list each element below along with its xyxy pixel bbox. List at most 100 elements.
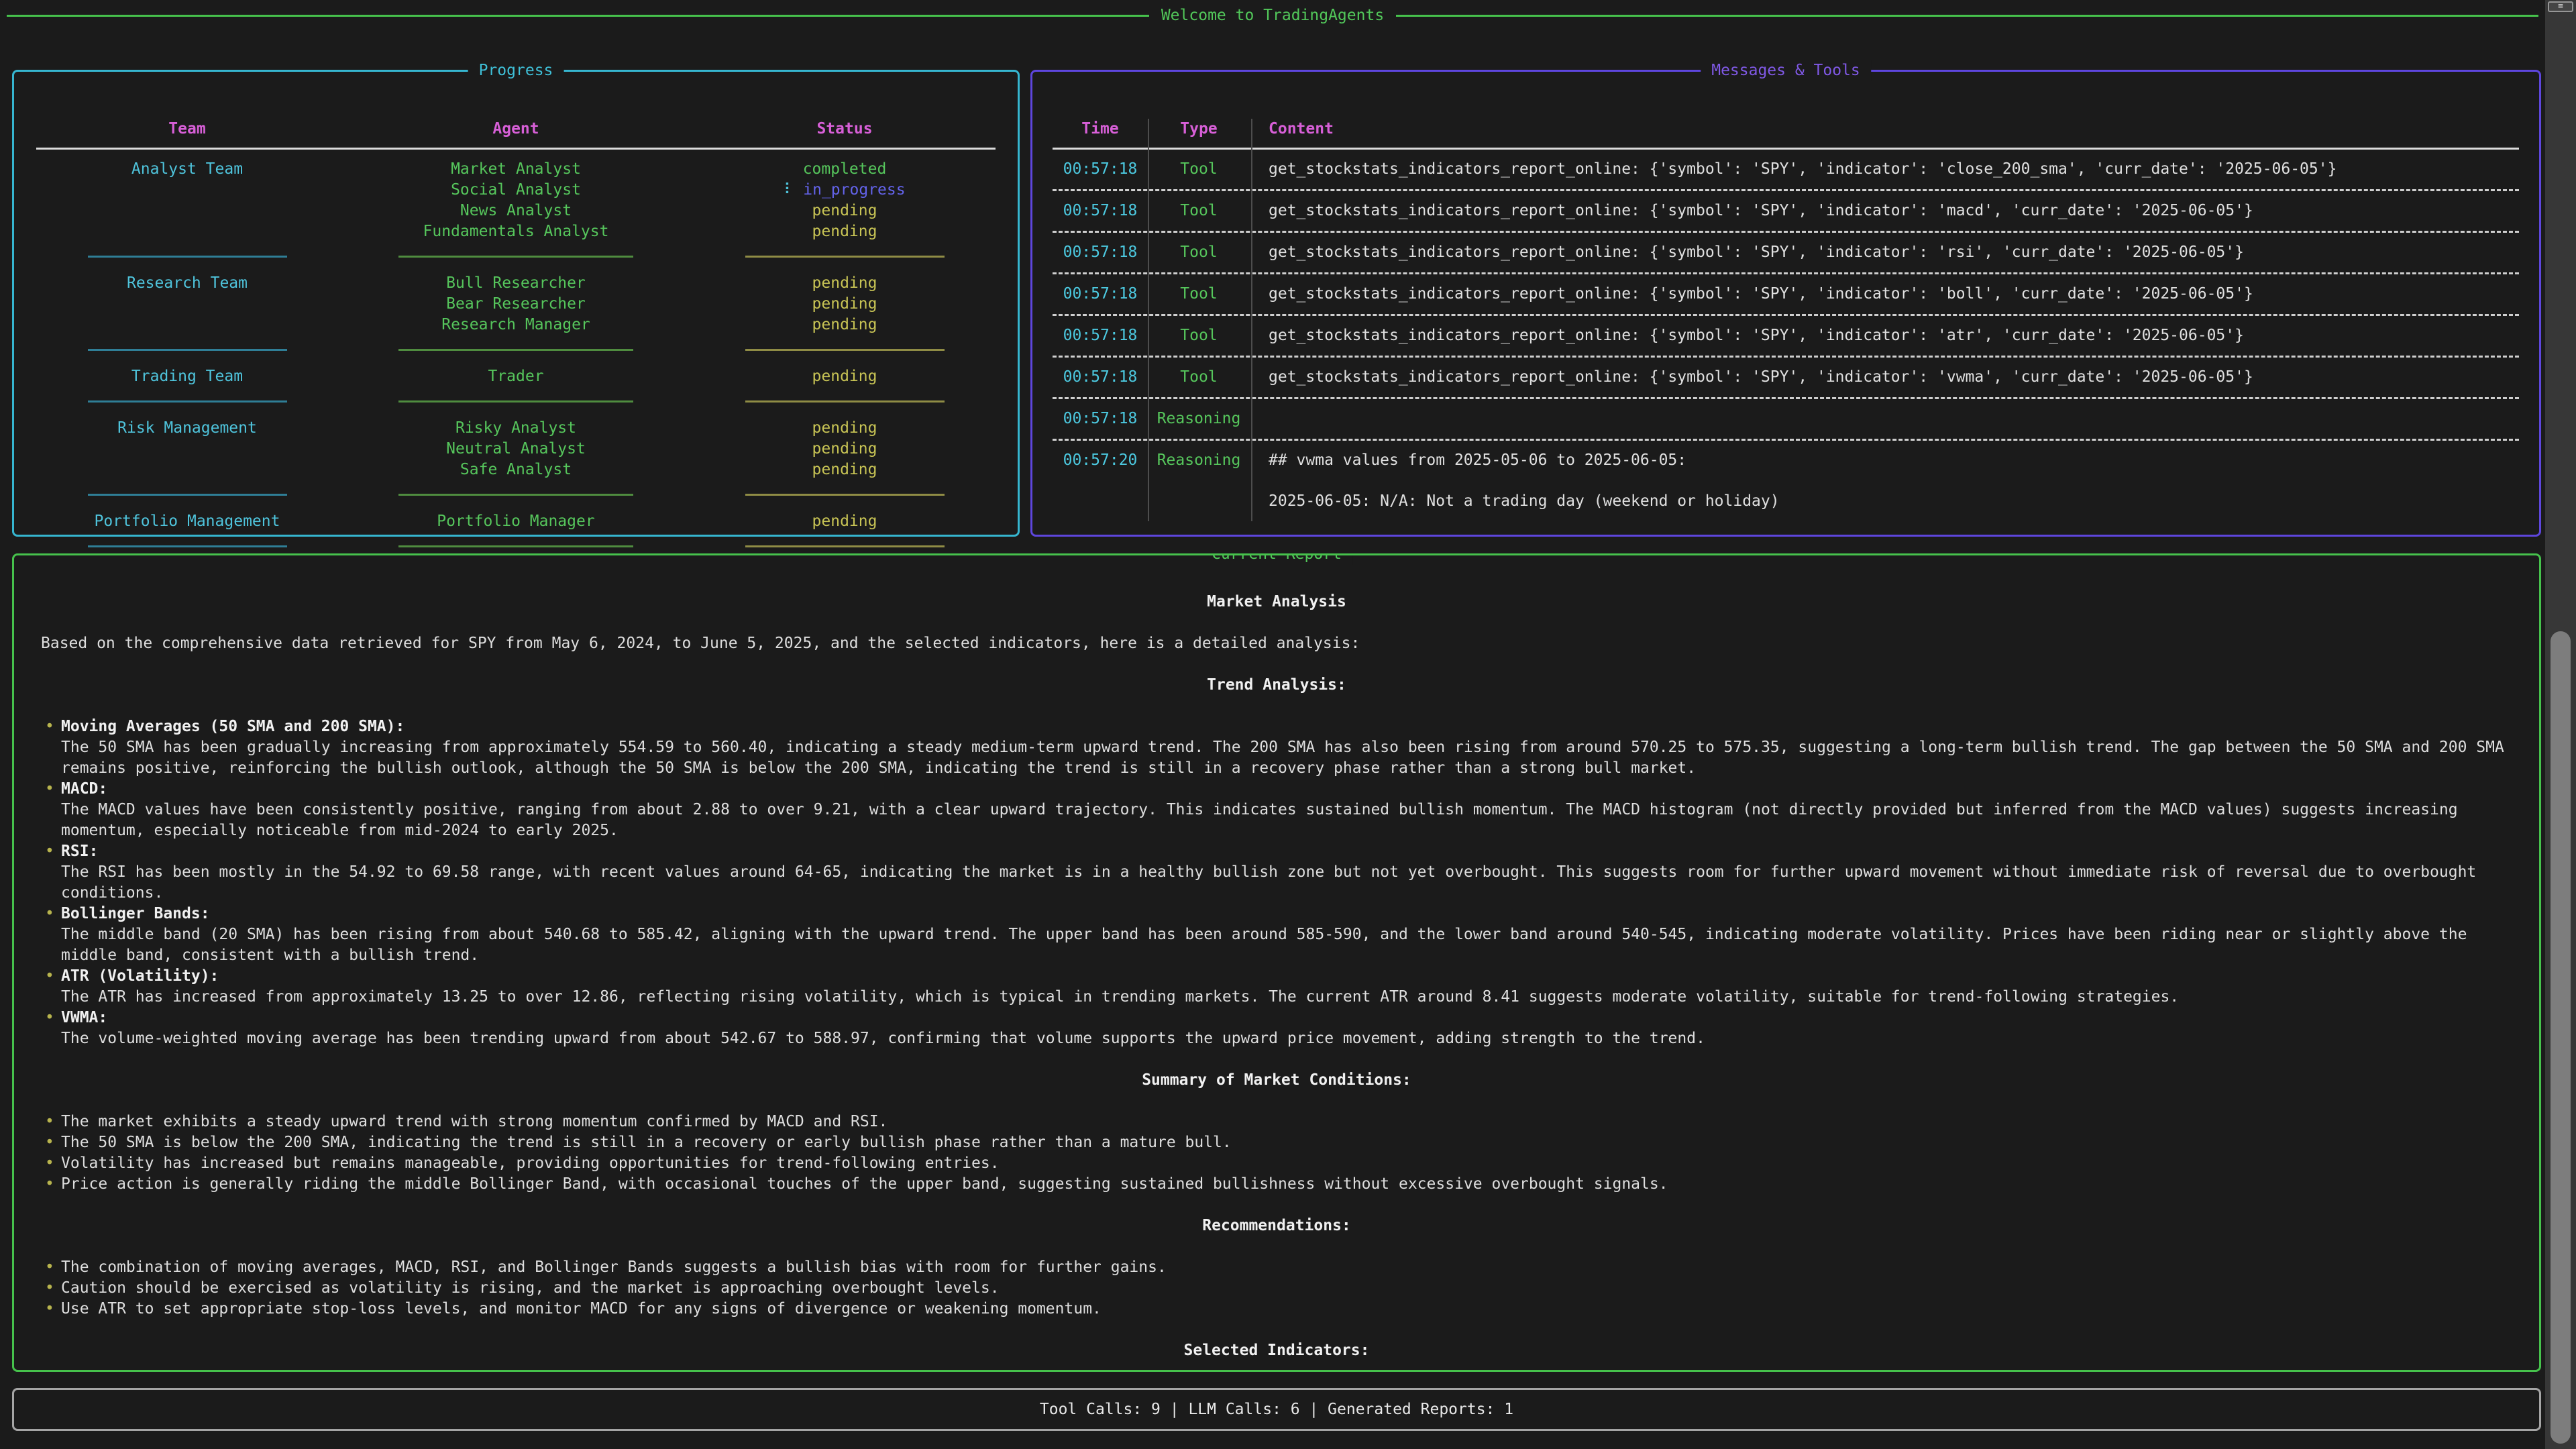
group-separator <box>694 480 996 511</box>
bullet-icon: • <box>45 904 54 924</box>
list-desc: The ATR has increased from approximately… <box>61 987 2512 1008</box>
message-type: Tool <box>1148 274 1250 314</box>
agent-name: Fundamentals Analyst <box>338 221 694 242</box>
list-term: ATR (Volatility): <box>61 966 2512 987</box>
bullet-icon: • <box>45 1257 54 1278</box>
group-separator <box>36 480 338 511</box>
status-badge: pending <box>694 439 996 460</box>
status-badge: pending <box>694 511 996 532</box>
messages-panel: Messages & Tools Time Type Content 00:57… <box>1030 70 2541 537</box>
agent-name: Risky Analyst <box>338 418 694 439</box>
message-type: Tool <box>1148 233 1250 272</box>
list-term: MACD: <box>61 779 2512 800</box>
list-item: • VWMA: The volume-weighted moving avera… <box>41 1008 2512 1049</box>
group-separator <box>338 480 694 511</box>
status-badge: pending <box>694 201 996 221</box>
message-time: 00:57:18 <box>1053 358 1148 397</box>
group-separator <box>36 335 338 366</box>
list-desc: The middle band (20 SMA) has been rising… <box>61 924 2512 966</box>
progress-table: Team Agent Status Analyst Team Market An… <box>36 119 996 563</box>
message-time: 00:57:18 <box>1053 399 1148 439</box>
list-item: •The market exhibits a steady upward tre… <box>41 1112 2512 1132</box>
list-text: Caution should be exercised as volatilit… <box>61 1279 1000 1297</box>
list-text: The combination of moving averages, MACD… <box>61 1258 1167 1276</box>
list-item: • The combination of moving averages, MAC… <box>41 1257 2512 1278</box>
stats-text: Tool Calls: 9 | LLM Calls: 6 | Generated… <box>1040 1399 1513 1420</box>
list-desc: The volume-weighted moving average has b… <box>61 1028 2512 1049</box>
team-cell-empty <box>36 294 338 315</box>
app-title: Welcome to TradingAgents <box>1149 5 1396 26</box>
status-badge: completed <box>694 159 996 180</box>
report-heading-summary: Summary of Market Conditions: <box>41 1070 2512 1091</box>
agent-name: Research Manager <box>338 315 694 335</box>
bullet-icon: • <box>45 1278 54 1299</box>
scrollbar-thumb[interactable] <box>2551 631 2571 1444</box>
team-name: Research Team <box>36 273 338 294</box>
message-content: get_stockstats_indicators_report_online:… <box>1250 233 2519 272</box>
status-text: in_progress <box>803 181 905 199</box>
team-cell-empty <box>36 460 338 480</box>
reasoning-line: 2025-06-05: N/A: Not a trading day (week… <box>1269 491 2508 512</box>
list-desc: The MACD values have been consistently p… <box>61 800 2512 841</box>
message-type: Reasoning <box>1148 399 1250 439</box>
message-type: Reasoning <box>1148 441 1250 521</box>
status-badge: pending <box>694 273 996 294</box>
scrollbar-track[interactable]: ≡ <box>2545 0 2576 1449</box>
team-name: Portfolio Management <box>36 511 338 532</box>
bullet-icon: • <box>45 779 54 800</box>
list-item: •Price action is generally riding the mi… <box>41 1174 2512 1195</box>
bullet-icon: • <box>45 1008 54 1028</box>
message-content <box>1250 399 2519 439</box>
list-item: • Moving Averages (50 SMA and 200 SMA): … <box>41 716 2512 779</box>
column-header-content: Content <box>1250 119 2519 148</box>
stats-bar: Tool Calls: 9 | LLM Calls: 6 | Generated… <box>12 1388 2541 1431</box>
list-term: Bollinger Bands: <box>61 904 2512 924</box>
agent-name: Bear Researcher <box>338 294 694 315</box>
list-text: The 50 SMA is below the 200 SMA, indicat… <box>61 1134 1232 1151</box>
bullet-icon: • <box>45 716 54 737</box>
report-panel-title: Current Report <box>1201 553 1352 565</box>
list-term: Moving Averages (50 SMA and 200 SMA): <box>61 716 2512 737</box>
message-type: Tool <box>1148 358 1250 397</box>
team-cell-empty <box>36 221 338 242</box>
column-header-agent: Agent <box>338 119 694 140</box>
header-rule-right <box>1396 15 2538 17</box>
group-separator <box>36 242 338 273</box>
message-content: get_stockstats_indicators_report_online:… <box>1250 358 2519 397</box>
bullet-icon: • <box>45 966 54 987</box>
spinner-icon: ⠇ <box>784 181 795 199</box>
status-badge: pending <box>694 315 996 335</box>
progress-panel: Progress Team Agent Status Analyst Team … <box>12 70 1020 537</box>
team-name: Risk Management <box>36 418 338 439</box>
agent-name: News Analyst <box>338 201 694 221</box>
column-header-status: Status <box>694 119 996 140</box>
agent-name: Social Analyst <box>338 180 694 201</box>
status-badge: pending <box>694 418 996 439</box>
bullet-icon: • <box>45 1112 54 1132</box>
column-header-time: Time <box>1053 119 1148 148</box>
message-content: ## vwma values from 2025-05-06 to 2025-0… <box>1250 441 2519 521</box>
column-header-team: Team <box>36 119 338 140</box>
message-content: get_stockstats_indicators_report_online:… <box>1250 150 2519 189</box>
agent-name: Trader <box>338 366 694 387</box>
list-item: •Use ATR to set appropriate stop-loss le… <box>41 1299 2512 1320</box>
list-item: • Caution should be exercised as volatili… <box>41 1278 2512 1299</box>
agent-name: Portfolio Manager <box>338 511 694 532</box>
column-divider <box>1251 119 1252 521</box>
terminal-screen: Welcome to TradingAgents Progress Team A… <box>0 0 2576 1449</box>
group-separator <box>694 242 996 273</box>
team-name: Trading Team <box>36 366 338 387</box>
status-badge: pending <box>694 294 996 315</box>
trend-list: • Moving Averages (50 SMA and 200 SMA): … <box>41 716 2512 1049</box>
messages-panel-title: Messages & Tools <box>1701 60 1871 81</box>
summary-list: •The market exhibits a steady upward tre… <box>41 1112 2512 1195</box>
scrollbar-menu-button[interactable]: ≡ <box>2548 1 2573 12</box>
team-name: Analyst Team <box>36 159 338 180</box>
message-time: 00:57:18 <box>1053 150 1148 189</box>
group-separator <box>36 387 338 418</box>
status-badge: ⠇ in_progress <box>694 180 996 201</box>
group-separator <box>694 387 996 418</box>
bullet-icon: • <box>45 841 54 862</box>
progress-panel-title: Progress <box>468 60 564 81</box>
bullet-icon: • <box>45 1299 54 1320</box>
